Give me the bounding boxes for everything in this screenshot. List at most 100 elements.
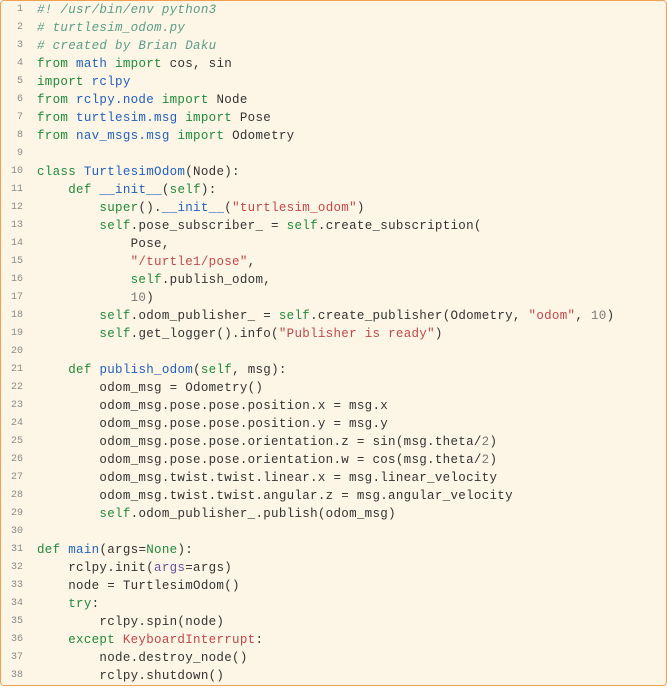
code-line: 15 "/turtle1/pose",: [1, 253, 666, 271]
line-number: 11: [1, 181, 29, 199]
token: ): [489, 453, 497, 467]
token: odom_msg = Odometry(): [37, 381, 263, 395]
code-content: class TurtlesimOdom(Node):: [29, 163, 240, 181]
token: .publish_odom,: [162, 273, 271, 287]
code-line: 14 Pose,: [1, 235, 666, 253]
code-line: 22 odom_msg = Odometry(): [1, 379, 666, 397]
line-number: 33: [1, 577, 29, 595]
code-content: self.get_logger().info("Publisher is rea…: [29, 325, 443, 343]
code-content: odom_msg.pose.pose.orientation.w = cos(m…: [29, 451, 497, 469]
token: main: [68, 543, 99, 557]
code-content: rclpy.shutdown(): [29, 667, 224, 685]
code-content: import rclpy: [29, 73, 131, 91]
token: odom_msg.twist.twist.linear.x = msg.line…: [37, 471, 497, 485]
line-number: 26: [1, 451, 29, 469]
token: .odom_publisher_ =: [131, 309, 279, 323]
line-number: 17: [1, 289, 29, 307]
line-number: 25: [1, 433, 29, 451]
code-line: 18 self.odom_publisher_ = self.create_pu…: [1, 307, 666, 325]
token: self: [99, 219, 130, 233]
token: TurtlesimOdom: [84, 165, 185, 179]
code-content: from turtlesim.msg import Pose: [29, 109, 271, 127]
code-line: 36 except KeyboardInterrupt:: [1, 631, 666, 649]
line-number: 36: [1, 631, 29, 649]
code-content: from rclpy.node import Node: [29, 91, 248, 109]
code-line: 12 super().__init__("turtlesim_odom"): [1, 199, 666, 217]
token: rclpy.shutdown(): [37, 669, 224, 683]
line-number: 12: [1, 199, 29, 217]
line-number: 2: [1, 19, 29, 37]
line-number: 22: [1, 379, 29, 397]
code-listing: 1#! /usr/bin/env python32# turtlesim_odo…: [0, 0, 667, 686]
token: odom_msg.pose.pose.orientation.z = sin(m…: [37, 435, 482, 449]
token: Node: [216, 93, 247, 107]
code-line: 6from rclpy.node import Node: [1, 91, 666, 109]
token: (args=: [99, 543, 146, 557]
token: :: [92, 597, 100, 611]
token: import: [107, 57, 169, 71]
token: def: [68, 183, 99, 197]
token: self: [99, 327, 130, 341]
code-content: node = TurtlesimOdom(): [29, 577, 240, 595]
code-line: 35 rclpy.spin(node): [1, 613, 666, 631]
token: ): [435, 327, 443, 341]
code-content: node.destroy_node(): [29, 649, 248, 667]
line-number: 37: [1, 649, 29, 667]
code-content: from math import cos, sin: [29, 55, 232, 73]
code-content: [29, 343, 45, 361]
token: ): [357, 201, 365, 215]
token: [37, 183, 68, 197]
token: ): [489, 435, 497, 449]
token: [37, 327, 99, 341]
code-content: odom_msg.twist.twist.linear.x = msg.line…: [29, 469, 497, 487]
token: node.destroy_node(): [37, 651, 248, 665]
token: =args): [185, 561, 232, 575]
token: rclpy.node: [76, 93, 154, 107]
line-number: 18: [1, 307, 29, 325]
code-line: 9: [1, 145, 666, 163]
line-number: 14: [1, 235, 29, 253]
code-content: odom_msg = Odometry(): [29, 379, 263, 397]
token: odom_msg.twist.twist.angular.z = msg.ang…: [37, 489, 513, 503]
token: [37, 255, 131, 269]
code-content: super().__init__("turtlesim_odom"): [29, 199, 365, 217]
token: ,: [248, 255, 256, 269]
token: "/turtle1/pose": [131, 255, 248, 269]
line-number: 32: [1, 559, 29, 577]
token: # turtlesim_odom.py: [37, 21, 185, 35]
code-line: 16 self.publish_odom,: [1, 271, 666, 289]
token: [37, 273, 131, 287]
code-line: 4from math import cos, sin: [1, 55, 666, 73]
code-content: from nav_msgs.msg import Odometry: [29, 127, 294, 145]
token: __init__: [99, 183, 161, 197]
token: 10: [131, 291, 147, 305]
token: (: [162, 183, 170, 197]
line-number: 8: [1, 127, 29, 145]
code-line: 7from turtlesim.msg import Pose: [1, 109, 666, 127]
token: [37, 291, 131, 305]
token: math: [76, 57, 107, 71]
line-number: 19: [1, 325, 29, 343]
token: KeyboardInterrupt: [123, 633, 256, 647]
token: (: [224, 201, 232, 215]
line-number: 27: [1, 469, 29, 487]
line-number: 21: [1, 361, 29, 379]
code-line: 10class TurtlesimOdom(Node):: [1, 163, 666, 181]
code-content: rclpy.init(args=args): [29, 559, 232, 577]
code-content: self.odom_publisher_ = self.create_publi…: [29, 307, 614, 325]
token: ,: [575, 309, 591, 323]
code-content: [29, 523, 45, 541]
line-number: 31: [1, 541, 29, 559]
token: import: [170, 129, 232, 143]
code-content: self.publish_odom,: [29, 271, 271, 289]
code-content: Pose,: [29, 235, 170, 253]
token: try: [68, 597, 91, 611]
code-content: def main(args=None):: [29, 541, 193, 559]
line-number: 6: [1, 91, 29, 109]
token: Pose: [240, 111, 271, 125]
code-line: 38 rclpy.shutdown(): [1, 667, 666, 685]
token: args: [154, 561, 185, 575]
token: None: [146, 543, 177, 557]
token: self: [131, 273, 162, 287]
code-line: 8from nav_msgs.msg import Odometry: [1, 127, 666, 145]
